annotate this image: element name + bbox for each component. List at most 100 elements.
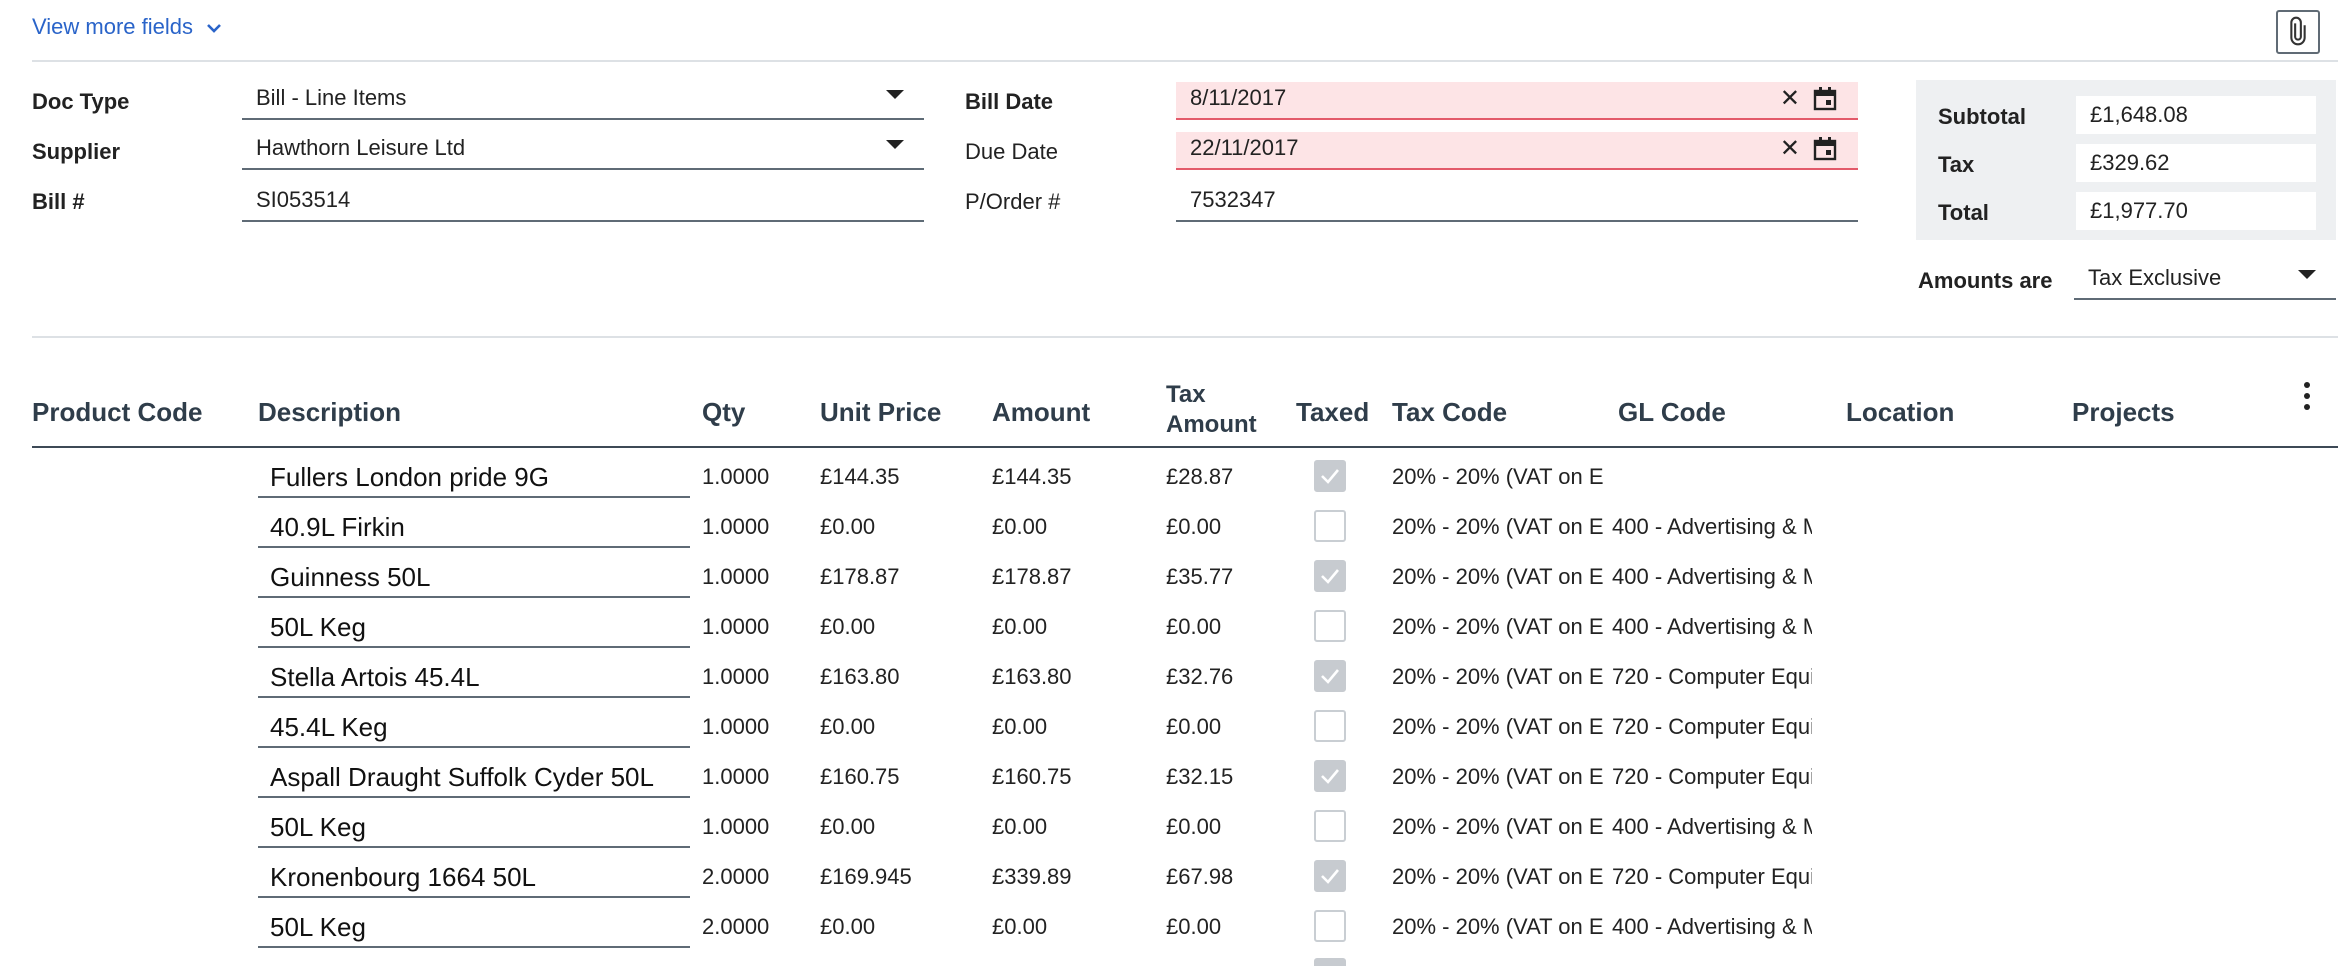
qty-cell[interactable]: 1.0000: [702, 564, 769, 590]
calendar-icon[interactable]: [1812, 136, 1838, 162]
col-unit-price[interactable]: Unit Price: [820, 397, 941, 428]
taxed-checkbox[interactable]: [1314, 560, 1346, 592]
description-input[interactable]: 50L Keg: [258, 606, 690, 648]
col-location[interactable]: Location: [1846, 397, 1954, 428]
tax-code-cell[interactable]: 20% - 20% (VAT on E: [1392, 914, 1610, 940]
tax-amount-cell[interactable]: £0.00: [1166, 514, 1221, 540]
taxed-checkbox[interactable]: [1314, 460, 1346, 492]
unit-price-cell[interactable]: £144.35: [820, 464, 900, 490]
column-options-icon[interactable]: [2304, 382, 2312, 415]
gl-code-cell[interactable]: 720 - Computer Equi: [1612, 664, 1812, 690]
due-date-input[interactable]: 22/11/2017 ✕: [1176, 132, 1858, 170]
amount-cell[interactable]: £0.00: [992, 514, 1047, 540]
tax-code-cell[interactable]: 20% - 20% (VAT on E: [1392, 514, 1610, 540]
gl-code-cell[interactable]: 400 - Advertising & M: [1612, 614, 1812, 640]
tax-amount-cell[interactable]: £28.87: [1166, 464, 1233, 490]
qty-cell[interactable]: 1.0000: [702, 664, 769, 690]
gl-code-cell[interactable]: 400 - Advertising & M: [1612, 914, 1812, 940]
col-taxed[interactable]: Taxed: [1296, 397, 1369, 428]
amount-cell[interactable]: £339.89: [992, 864, 1072, 890]
description-input[interactable]: Kronenbourg 1664 50L: [258, 856, 690, 898]
qty-cell[interactable]: 1.0000: [702, 464, 769, 490]
bill-number-input[interactable]: SI053514: [242, 184, 924, 222]
tax-amount-cell[interactable]: £32.76: [1166, 664, 1233, 690]
unit-price-cell[interactable]: £0.00: [820, 914, 875, 940]
col-qty[interactable]: Qty: [702, 397, 745, 428]
amount-cell[interactable]: £0.00: [992, 714, 1047, 740]
tax-amount-cell[interactable]: £0.00: [1166, 814, 1221, 840]
qty-cell[interactable]: 1.0000: [702, 764, 769, 790]
amount-cell[interactable]: £160.75: [992, 764, 1072, 790]
gl-code-cell[interactable]: 400 - Advertising & M: [1612, 564, 1812, 590]
unit-price-cell[interactable]: £0.00: [820, 714, 875, 740]
gl-code-cell[interactable]: 400 - Advertising & M: [1612, 514, 1812, 540]
description-input[interactable]: Stella Artois 45.4L: [258, 656, 690, 698]
qty-cell[interactable]: 2.0000: [702, 864, 769, 890]
clear-icon[interactable]: ✕: [1780, 87, 1800, 111]
tax-amount-cell[interactable]: £32.15: [1166, 764, 1233, 790]
tax-amount-cell[interactable]: £0.00: [1166, 614, 1221, 640]
tax-amount-cell[interactable]: £0.00: [1166, 914, 1221, 940]
taxed-checkbox[interactable]: [1314, 910, 1346, 942]
gl-code-cell[interactable]: 720 - Computer Equi: [1612, 714, 1812, 740]
taxed-checkbox[interactable]: [1314, 810, 1346, 842]
description-input[interactable]: Fullers London pride 9G: [258, 456, 690, 498]
unit-price-cell[interactable]: £0.00: [820, 614, 875, 640]
attach-file-button[interactable]: [2276, 10, 2320, 54]
taxed-checkbox[interactable]: [1314, 860, 1346, 892]
amount-cell[interactable]: £0.00: [992, 814, 1047, 840]
description-input[interactable]: 45.4L Keg: [258, 706, 690, 748]
supplier-select[interactable]: Hawthorn Leisure Ltd: [242, 132, 924, 170]
col-projects[interactable]: Projects: [2072, 397, 2175, 428]
view-more-fields-link[interactable]: View more fields: [32, 14, 222, 40]
clear-icon[interactable]: ✕: [1780, 137, 1800, 161]
qty-cell[interactable]: 1.0000: [702, 814, 769, 840]
amount-cell[interactable]: £144.35: [992, 464, 1072, 490]
tax-amount-cell[interactable]: £0.00: [1166, 714, 1221, 740]
unit-price-cell[interactable]: £160.75: [820, 764, 900, 790]
qty-cell[interactable]: 1.0000: [702, 714, 769, 740]
col-product-code[interactable]: Product Code: [32, 397, 202, 428]
gl-code-cell[interactable]: 400 - Advertising & M: [1612, 814, 1812, 840]
bill-date-input[interactable]: 8/11/2017 ✕: [1176, 82, 1858, 120]
tax-amount-cell[interactable]: £67.98: [1166, 864, 1233, 890]
col-description[interactable]: Description: [258, 397, 401, 428]
tax-code-cell[interactable]: 20% - 20% (VAT on E: [1392, 864, 1610, 890]
taxed-checkbox[interactable]: [1314, 710, 1346, 742]
unit-price-cell[interactable]: £0.00: [820, 814, 875, 840]
tax-code-cell[interactable]: 20% - 20% (VAT on E: [1392, 464, 1610, 490]
col-gl-code[interactable]: GL Code: [1618, 397, 1726, 428]
taxed-checkbox[interactable]: [1314, 610, 1346, 642]
col-tax-amount[interactable]: Tax Amount: [1166, 380, 1257, 440]
qty-cell[interactable]: 1.0000: [702, 514, 769, 540]
gl-code-cell[interactable]: 720 - Computer Equi: [1612, 864, 1812, 890]
doc-type-select[interactable]: Bill - Line Items: [242, 82, 924, 120]
description-input[interactable]: 40.9L Firkin: [258, 506, 690, 548]
description-input[interactable]: Aspall Draught Suffolk Cyder 50L: [258, 756, 690, 798]
amount-cell[interactable]: £178.87: [992, 564, 1072, 590]
amounts-are-select[interactable]: Tax Exclusive: [2074, 262, 2336, 300]
purchase-order-input[interactable]: 7532347: [1176, 184, 1858, 222]
taxed-checkbox[interactable]: [1314, 510, 1346, 542]
taxed-checkbox[interactable]: [1314, 760, 1346, 792]
unit-price-cell[interactable]: £169.945: [820, 864, 912, 890]
tax-code-cell[interactable]: 20% - 20% (VAT on E: [1392, 814, 1610, 840]
amount-cell[interactable]: £0.00: [992, 614, 1047, 640]
gl-code-cell[interactable]: 720 - Computer Equi: [1612, 764, 1812, 790]
calendar-icon[interactable]: [1812, 86, 1838, 112]
description-input[interactable]: Guinness 50L: [258, 556, 690, 598]
unit-price-cell[interactable]: £163.80: [820, 664, 900, 690]
tax-code-cell[interactable]: 20% - 20% (VAT on E: [1392, 714, 1610, 740]
tax-code-cell[interactable]: 20% - 20% (VAT on E: [1392, 664, 1610, 690]
tax-amount-cell[interactable]: £35.77: [1166, 564, 1233, 590]
taxed-checkbox[interactable]: [1314, 660, 1346, 692]
qty-cell[interactable]: 2.0000: [702, 914, 769, 940]
tax-code-cell[interactable]: 20% - 20% (VAT on E: [1392, 614, 1610, 640]
tax-code-cell[interactable]: 20% - 20% (VAT on E: [1392, 764, 1610, 790]
col-amount[interactable]: Amount: [992, 397, 1090, 428]
amount-cell[interactable]: £163.80: [992, 664, 1072, 690]
description-input[interactable]: 50L Keg: [258, 806, 690, 848]
tax-code-cell[interactable]: 20% - 20% (VAT on E: [1392, 564, 1610, 590]
qty-cell[interactable]: 1.0000: [702, 614, 769, 640]
unit-price-cell[interactable]: £0.00: [820, 514, 875, 540]
